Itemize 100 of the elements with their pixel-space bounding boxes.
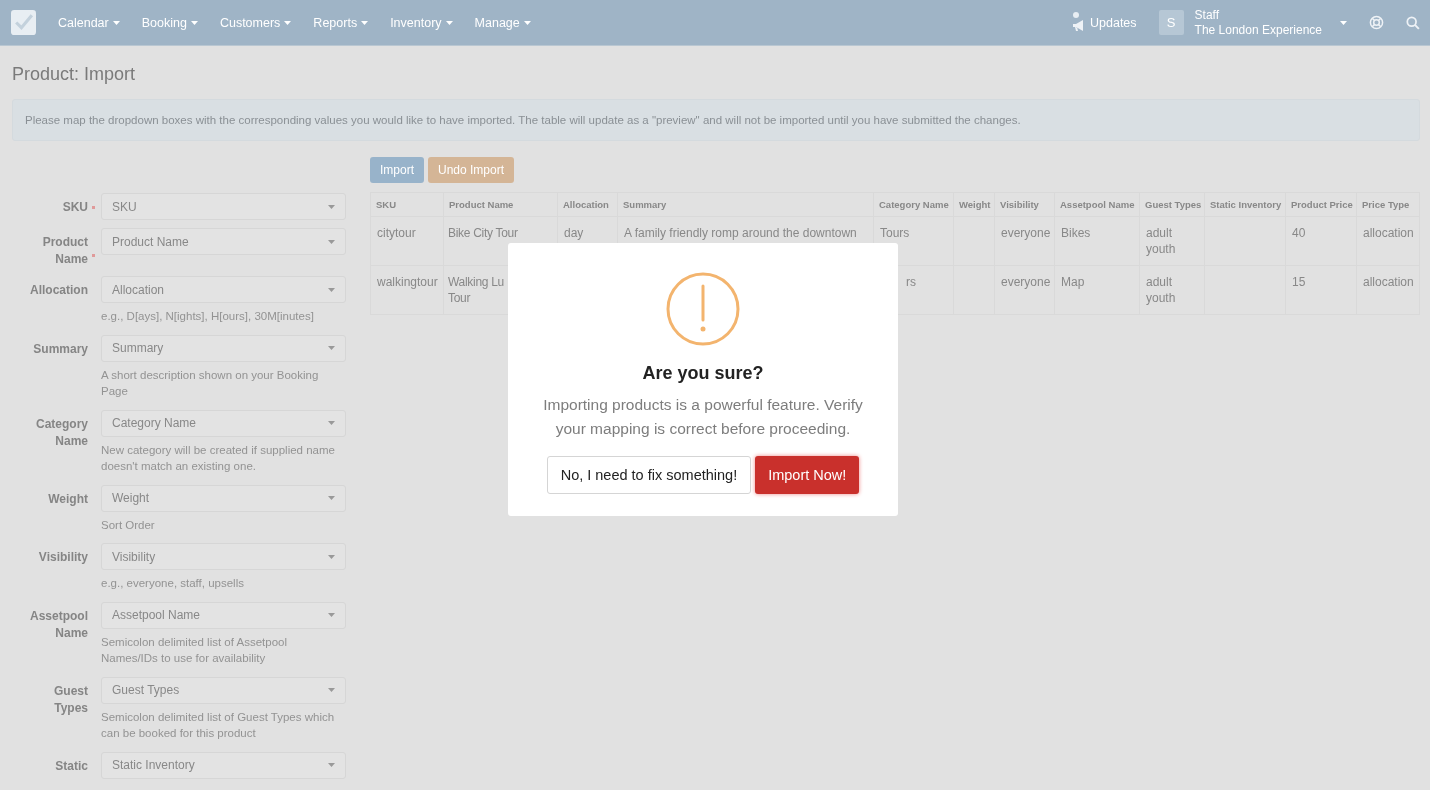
page-title: Product: Import bbox=[12, 64, 137, 85]
nav-menu-item[interactable]: Inventory bbox=[390, 15, 453, 30]
column-header: Category Name bbox=[873, 192, 954, 217]
column-header: Visibility bbox=[994, 192, 1055, 217]
table-cell-text: Tour bbox=[448, 290, 472, 306]
column-header: Allocation bbox=[557, 192, 618, 217]
caret-icon bbox=[361, 20, 369, 25]
undo-import-button[interactable]: Undo Import bbox=[428, 157, 515, 183]
caret-icon bbox=[328, 239, 335, 244]
table-cell-text: adult bbox=[1146, 274, 1174, 290]
help-text: Semicolon delimited list of Guest Types which can be booked for this product bbox=[101, 709, 336, 741]
import-button[interactable]: Import bbox=[370, 157, 424, 183]
table-cell: everyone bbox=[1001, 225, 1048, 241]
caret-icon bbox=[328, 287, 335, 292]
user-menu[interactable]: S Staff The London Experience bbox=[1158, 7, 1347, 38]
column-header: Static Inventory bbox=[1204, 192, 1286, 217]
column-header: SKU bbox=[370, 192, 444, 217]
caret-icon bbox=[328, 204, 335, 209]
table-cell-text: 40 bbox=[1292, 225, 1307, 241]
caret-icon bbox=[328, 763, 335, 767]
table-cell: allocation bbox=[1363, 225, 1413, 241]
exclamation-icon bbox=[666, 272, 740, 346]
table-cell: walkingtour bbox=[377, 274, 437, 290]
caret-icon bbox=[112, 20, 120, 25]
table-cell-text: Map bbox=[1061, 274, 1086, 290]
caret-icon bbox=[328, 496, 335, 500]
field-label: Product Name bbox=[41, 234, 88, 268]
dropdown-field[interactable]: Category Name bbox=[101, 409, 346, 437]
table-cell: allocation bbox=[1363, 274, 1413, 290]
field-label: Static bbox=[54, 757, 88, 775]
table-cell-text: Walking Lu bbox=[448, 274, 505, 290]
table-cell-text: Tours bbox=[880, 225, 911, 241]
caret-icon bbox=[328, 421, 335, 425]
table-cell-text: A family friendly romp around the downtown bbox=[624, 225, 858, 241]
help-text: e.g., everyone, staff, upsells bbox=[101, 576, 245, 591]
table-cell-text: adult bbox=[1146, 225, 1174, 241]
nav-menu-item[interactable]: Customers bbox=[219, 15, 292, 30]
help-text: A short description shown on your Booking Page bbox=[101, 367, 320, 399]
dialog-title: Are you sure? bbox=[642, 363, 764, 384]
nav-menu-item[interactable]: Manage bbox=[474, 15, 531, 30]
column-header: Guest Types bbox=[1139, 192, 1205, 217]
column-header: Summary bbox=[617, 192, 874, 217]
cancel-button[interactable]: No, I need to fix something! bbox=[546, 456, 752, 494]
field-label: Summary bbox=[32, 340, 88, 358]
updates-link[interactable]: Updates bbox=[1072, 9, 1137, 36]
column-header: Product Name bbox=[443, 192, 558, 217]
column-header: Product Price bbox=[1285, 192, 1357, 217]
table-cell-text: rs bbox=[906, 274, 917, 290]
help-text: Sort Order bbox=[101, 517, 156, 533]
caret-icon bbox=[284, 20, 292, 25]
user-avatar: S bbox=[1158, 10, 1184, 35]
caret-icon bbox=[445, 20, 453, 25]
column-header: Price Type bbox=[1356, 192, 1420, 217]
dropdown-field[interactable]: Visibility bbox=[101, 543, 346, 570]
company-name: The London Experience bbox=[1194, 22, 1322, 38]
import-now-button[interactable]: Import Now! bbox=[755, 456, 860, 494]
info-message: Please map the dropdown boxes with the corresponding values you would like to have imported. The table will update as a "preview" and will not be imported until you have submitted the changes. bbox=[12, 99, 1420, 141]
dropdown-field[interactable]: Product Name bbox=[101, 228, 346, 255]
caret-icon bbox=[328, 554, 335, 559]
caret-icon bbox=[1340, 20, 1347, 25]
user-role: Staff bbox=[1194, 7, 1221, 23]
field-label: Allocation bbox=[29, 282, 88, 299]
help-text: New category will be created if supplied name doesn't match an existing one. bbox=[101, 442, 336, 474]
field-label: Category Name bbox=[35, 415, 88, 450]
field-label: Assetpool Name bbox=[29, 607, 88, 642]
field-label: Visibility bbox=[37, 549, 88, 566]
dropdown-field[interactable]: SKU bbox=[101, 193, 346, 220]
field-label: Guest Types bbox=[53, 682, 88, 717]
dropdown-field[interactable]: Guest Types bbox=[101, 676, 346, 704]
help-text: Semicolon delimited list of Assetpool Names/IDs to use for availability bbox=[101, 634, 288, 666]
search-icon[interactable] bbox=[1406, 15, 1420, 30]
field-label: SKU bbox=[61, 199, 88, 216]
nav-menu-item[interactable]: Reports bbox=[313, 15, 369, 30]
dropdown-field[interactable]: Allocation bbox=[101, 276, 346, 303]
dialog-message: Importing products is a powerful feature. Verify your mapping is correct before proceeding. bbox=[542, 395, 864, 439]
caret-icon bbox=[523, 20, 531, 25]
column-header: Assetpool Name bbox=[1054, 192, 1140, 217]
table-cell: everyone bbox=[1001, 274, 1048, 290]
caret-icon bbox=[190, 20, 198, 25]
field-label: Weight bbox=[47, 490, 88, 508]
nav-menu-item[interactable]: Booking bbox=[141, 15, 198, 30]
dropdown-field[interactable]: Static Inventory bbox=[101, 751, 346, 779]
help-text: e.g., D[ays], N[ights], H[ours], 30M[inutes] bbox=[101, 309, 315, 324]
dropdown-field[interactable]: Assetpool Name bbox=[101, 601, 346, 629]
checkmark-logo-icon[interactable] bbox=[11, 10, 36, 35]
table-cell-text: youth bbox=[1146, 241, 1177, 257]
table-cell-text: youth bbox=[1146, 290, 1177, 306]
dropdown-field[interactable]: Summary bbox=[101, 334, 346, 362]
table-cell-text: citytour bbox=[377, 225, 417, 241]
caret-icon bbox=[328, 613, 335, 617]
caret-icon bbox=[328, 346, 335, 350]
column-header: Weight bbox=[953, 192, 995, 217]
nav-menu-item[interactable]: Calendar bbox=[58, 15, 120, 30]
table-cell-text: day bbox=[564, 225, 585, 241]
table-cell-text: Bikes bbox=[1061, 225, 1092, 241]
caret-icon bbox=[328, 688, 335, 692]
help-icon[interactable] bbox=[1369, 15, 1384, 30]
dropdown-field[interactable]: Weight bbox=[101, 484, 346, 512]
table-cell-text: 15 bbox=[1292, 274, 1307, 290]
table-cell-text: Bike City Tour bbox=[448, 225, 519, 241]
